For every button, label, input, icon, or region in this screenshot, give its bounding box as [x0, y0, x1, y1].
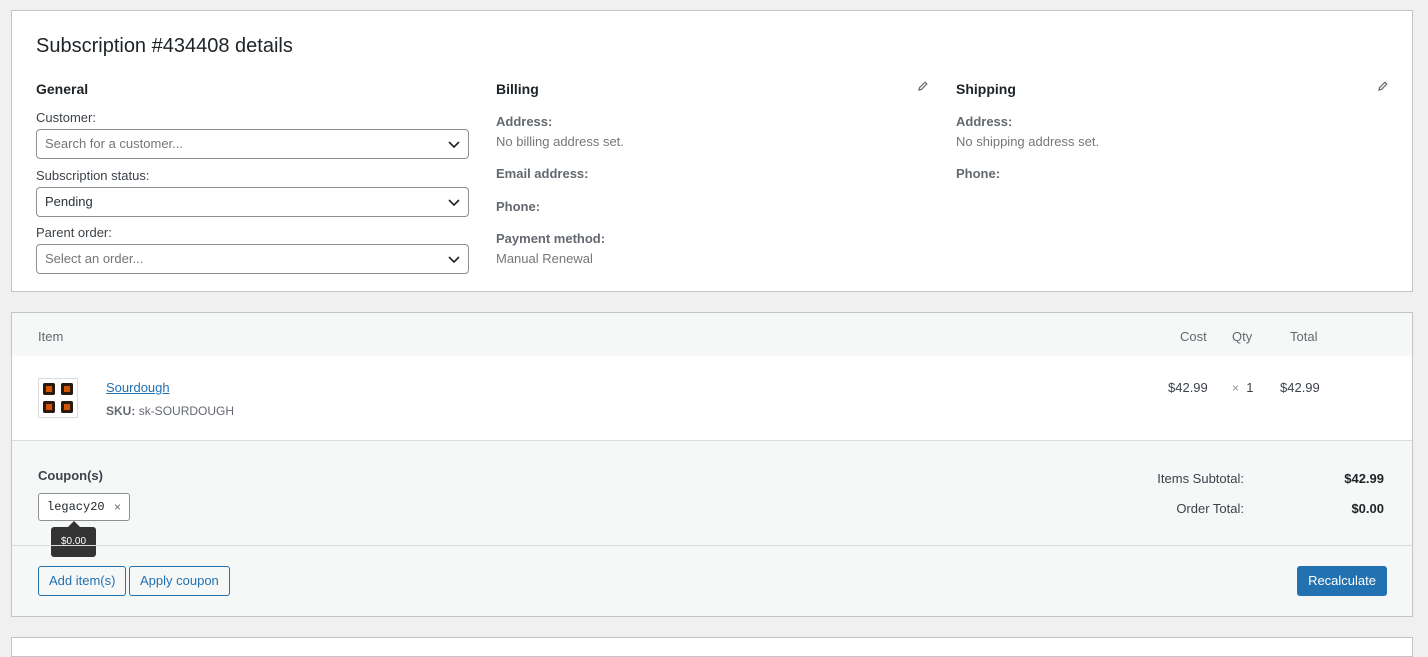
payment-method-label: Payment method: [496, 231, 606, 246]
subscription-details-panel: Subscription #434408 details General Cus… [11, 10, 1413, 292]
general-heading: General [36, 81, 89, 97]
items-subtotal-label: Items Subtotal: [1157, 471, 1244, 486]
column-total: Total [1290, 329, 1318, 344]
subscription-status-value: Pending [45, 194, 93, 209]
remove-coupon-icon[interactable]: × [114, 494, 121, 520]
items-table-header: Item Cost Qty Total [12, 313, 1412, 356]
column-qty: Qty [1232, 329, 1253, 344]
column-item: Item [38, 329, 64, 344]
billing-heading: Billing [496, 81, 539, 97]
item-cost: $42.99 [1168, 380, 1208, 395]
page-title: Subscription #434408 details [36, 35, 293, 57]
subscription-status-label: Subscription status: [36, 168, 150, 183]
chevron-down-icon [448, 141, 460, 149]
chevron-down-icon [448, 199, 460, 207]
order-total-value: $0.00 [1351, 501, 1384, 516]
shipping-phone-label: Phone: [956, 166, 1001, 181]
product-thumbnail [38, 378, 78, 418]
payment-method-value: Manual Renewal [496, 251, 593, 266]
chevron-down-icon [448, 256, 460, 264]
item-sku: SKU: sk-SOURDOUGH [106, 404, 234, 418]
billing-address-label: Address: [496, 114, 553, 129]
coupon-code: legacy20 [47, 500, 105, 514]
apply-coupon-button[interactable]: Apply coupon [129, 566, 230, 596]
customer-select[interactable]: Search for a customer... [36, 129, 469, 159]
billing-phone-label: Phone: [496, 199, 541, 214]
item-total: $42.99 [1280, 380, 1320, 395]
billing-address-value: No billing address set. [496, 134, 624, 149]
parent-order-select[interactable]: Select an order... [36, 244, 469, 274]
qty-value: 1 [1246, 380, 1254, 395]
table-row: Sourdough SKU: sk-SOURDOUGH $42.99 × 1 $… [12, 356, 1412, 441]
coupons-heading: Coupon(s) [38, 468, 103, 483]
coupon-chip[interactable]: legacy20 × [38, 493, 130, 521]
item-name-link[interactable]: Sourdough [106, 380, 170, 395]
parent-order-placeholder: Select an order... [45, 251, 144, 266]
edit-billing-pencil-icon[interactable] [917, 80, 929, 92]
billing-email-label: Email address: [496, 166, 589, 181]
edit-shipping-pencil-icon[interactable] [1377, 80, 1389, 92]
parent-order-label: Parent order: [36, 225, 112, 240]
order-total-label: Order Total: [1176, 501, 1244, 516]
sku-value: sk-SOURDOUGH [138, 404, 235, 418]
order-items-panel: Item Cost Qty Total Sourdough SKU: sk-SO… [11, 312, 1413, 617]
shipping-address-value: No shipping address set. [956, 134, 1100, 149]
customer-label: Customer: [36, 110, 96, 125]
add-items-button[interactable]: Add item(s) [38, 566, 127, 596]
recalculate-button[interactable]: Recalculate [1297, 566, 1387, 596]
next-panel [11, 637, 1413, 657]
customer-placeholder: Search for a customer... [45, 136, 184, 151]
qty-times-sign: × [1232, 381, 1240, 395]
shipping-heading: Shipping [956, 81, 1016, 97]
items-subtotal-value: $42.99 [1344, 471, 1384, 486]
column-cost: Cost [1180, 329, 1207, 344]
items-actions-bar: Add item(s) Apply coupon Recalculate [12, 545, 1412, 617]
sku-label: SKU: [106, 404, 136, 418]
subscription-status-select[interactable]: Pending [36, 187, 469, 217]
shipping-address-label: Address: [956, 114, 1013, 129]
item-qty: × 1 [1232, 380, 1253, 395]
